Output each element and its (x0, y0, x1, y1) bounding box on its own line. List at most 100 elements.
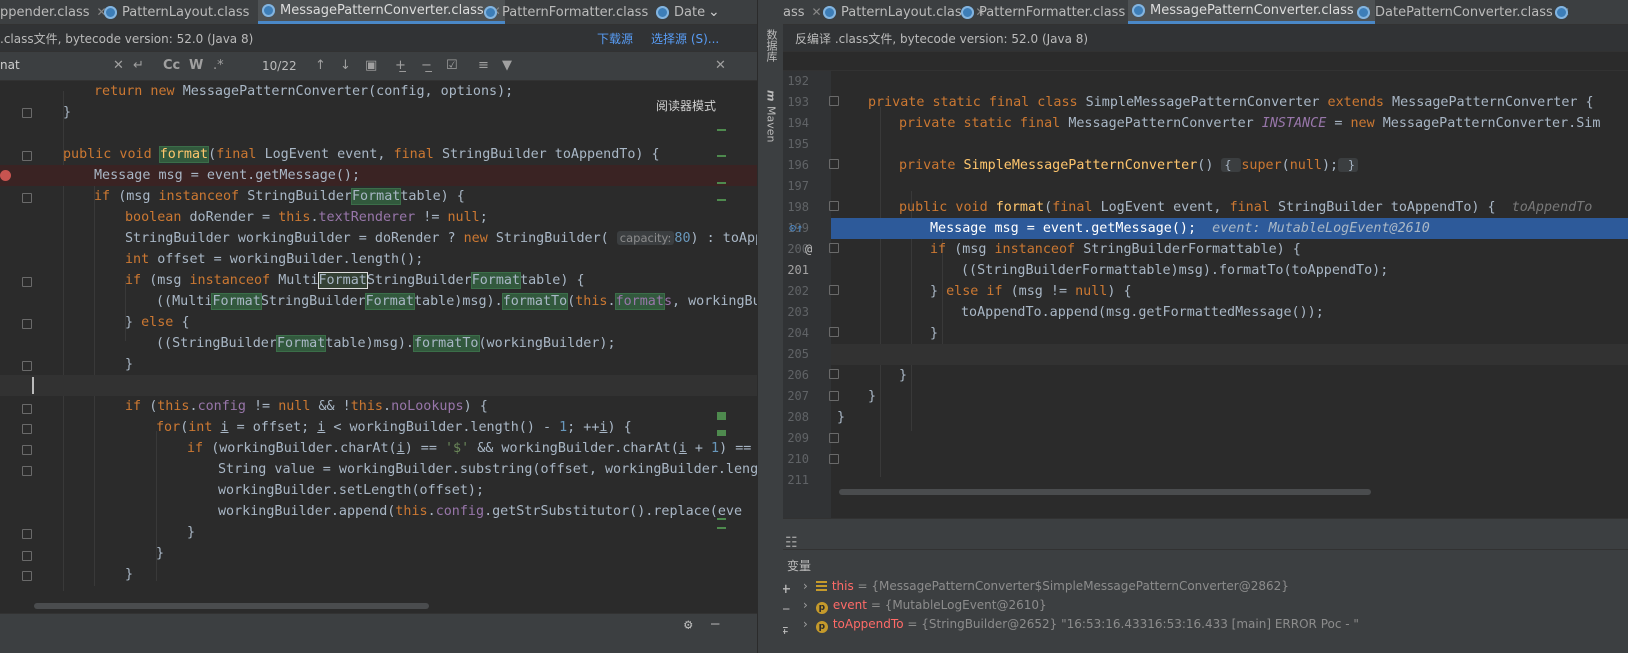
left-code-area[interactable]: return new MessagePatternConverter(confi… (0, 81, 757, 592)
match-count: 10/22 (262, 59, 297, 73)
right-code-area[interactable]: 192 193 194 195 196 197 198 199 200 201 202 203 204 2… (783, 70, 1628, 519)
code-line: private static final class SimpleMessage… (868, 95, 1594, 110)
error-stripe-mark[interactable] (717, 155, 726, 157)
variable-row[interactable]: › this = {MessagePatternConverter$SimpleM… (803, 577, 1628, 596)
decompiled-info-bar: .class文件, bytecode version: 52.0 (Java 8… (0, 25, 757, 52)
previous-occurrence-icon[interactable]: ↑ (315, 58, 326, 73)
code-line: } (930, 326, 939, 341)
implements-icon[interactable]: ⊙↑ (789, 218, 803, 239)
minimize-icon[interactable]: — (711, 616, 719, 632)
filter-options-icon[interactable]: ≡ (478, 58, 489, 73)
regex-icon[interactable]: .* (213, 58, 224, 73)
caret-line (0, 375, 757, 396)
code-tail: ) : toApp (690, 231, 757, 246)
line-number[interactable]: 205 (783, 347, 809, 361)
reader-mode-button[interactable]: 阅读器模式 (656, 97, 716, 114)
line-number[interactable]: 210 (783, 452, 809, 466)
error-stripe-mark[interactable] (717, 412, 726, 420)
variables-tree: › this = {MessagePatternConverter$SimpleM… (803, 577, 1628, 653)
line-number[interactable]: 192 (783, 74, 809, 88)
tab-overflow[interactable] (1555, 0, 1573, 24)
tab-pattern-layout[interactable]: PatternLayout.class✕ (104, 0, 266, 24)
maven-icon[interactable]: m (758, 88, 784, 104)
bytecode-info: 反编译 .class文件, bytecode version: 52.0 (Ja… (795, 31, 1089, 46)
class-file-icon (961, 5, 974, 19)
code-line: } (156, 546, 165, 561)
tab-message-pattern-converter[interactable]: MessagePatternConverter.class✕ (258, 0, 505, 24)
add-occurrence-icon[interactable]: +̲ (395, 58, 406, 73)
error-stripe-mark[interactable] (717, 129, 726, 131)
expand-chevron-icon[interactable]: › (803, 598, 808, 612)
close-icon[interactable]: ✕ (812, 5, 822, 19)
tab-pattern-formatter[interactable]: PatternFormatter.class✕ (961, 0, 1142, 24)
error-stripe-mark[interactable] (717, 527, 726, 529)
tab-message-pattern-converter[interactable]: MessagePatternConverter.class✕ (1128, 0, 1375, 24)
code-line: if (this.config != null && !this.noLooku… (125, 399, 488, 414)
search-input[interactable]: nat (0, 58, 20, 72)
variable-row[interactable]: › p toAppendTo = {StringBuilder@2652} "16:… (803, 615, 1628, 634)
new-line-icon[interactable]: ↵ (133, 58, 144, 73)
code-line: workingBuilder.append(this.config.getStr… (218, 504, 743, 519)
more-icon[interactable]: ∓ (783, 623, 788, 637)
fold-marker-icon[interactable] (829, 433, 839, 443)
execution-point-line: Message msg = event.getMessage(); event:… (831, 218, 1628, 239)
error-stripe-mark[interactable] (717, 182, 726, 184)
variable-row[interactable]: › p event = {MutableLogEvent@2610} (803, 596, 1628, 615)
code-line: return new MessagePatternConverter(confi… (94, 84, 514, 99)
line-number[interactable]: 211 (783, 473, 809, 487)
variables-title: 变量 (787, 559, 812, 573)
tab-date-pattern-converter[interactable]: DatePatternConverter.class✕ (1357, 0, 1570, 24)
tab-class[interactable]: ass ✕ (783, 0, 822, 24)
remove-occurrence-icon[interactable]: −̲ (421, 58, 432, 73)
code-line: StringBuilder workingBuilder = doRender … (0, 228, 757, 249)
remove-watch-icon[interactable]: — (783, 601, 789, 617)
right-editor: ass ✕ PatternLayout.class ✕ PatternFormatt… (783, 0, 1628, 653)
maven-tool-tab[interactable]: Maven (758, 104, 784, 144)
breakpoint-icon[interactable] (0, 170, 11, 181)
code-line: if (msg instanceof StringBuilderFormatta… (94, 188, 465, 205)
tab-date[interactable]: Date (656, 0, 705, 24)
line-number[interactable]: 195 (783, 137, 809, 151)
filter-icon[interactable]: ▼ (502, 58, 512, 73)
tab-appender[interactable]: ppender.class ✕ (0, 0, 107, 24)
code-line: if (workingBuilder.charAt(i) == '$' && w… (187, 441, 752, 456)
horizontal-scrollbar[interactable] (34, 603, 429, 609)
line-number[interactable]: 197 (783, 179, 809, 193)
expand-chevron-icon[interactable]: › (803, 617, 808, 631)
class-file-icon (1555, 5, 1568, 19)
code-line: } else if (msg != null) { (930, 284, 1132, 299)
fold-marker-icon[interactable] (829, 454, 839, 464)
gear-icon[interactable]: ⚙ (684, 617, 692, 633)
code-line: ((MultiFormatStringBuilderFormattable)ms… (156, 293, 757, 310)
error-stripe-mark[interactable] (717, 199, 726, 201)
right-tab-bar: ass ✕ PatternLayout.class ✕ PatternFormatt… (783, 0, 1628, 25)
code-line: for(int i = offset; i < workingBuilder.l… (156, 420, 632, 435)
variable-name: this (831, 579, 854, 593)
choose-sources-link[interactable]: 选择源 (S)... (651, 30, 719, 47)
whole-words-icon[interactable]: W (189, 58, 203, 73)
code-line: } (868, 389, 877, 404)
text-caret (32, 377, 34, 394)
error-stripe-mark[interactable] (717, 430, 726, 436)
line-number[interactable]: 209 (783, 431, 809, 445)
caret-line (831, 344, 1628, 365)
database-tool-tab[interactable]: 数据库 (758, 20, 784, 70)
code-line: } (187, 525, 196, 540)
variable-value: = {MutableLogEvent@2610} (870, 598, 1047, 612)
clear-search-icon[interactable]: ✕ (113, 58, 124, 73)
parameter-icon: p (815, 621, 828, 633)
tab-list-chevron-icon[interactable]: ⌄ (708, 0, 720, 24)
error-stripe-mark[interactable] (717, 518, 726, 520)
expand-chevron-icon[interactable]: › (803, 579, 808, 593)
match-case-icon[interactable]: Cc (163, 58, 180, 73)
horizontal-scrollbar[interactable] (839, 489, 1371, 495)
tab-label: DatePatternConverter.class (1375, 4, 1553, 20)
add-watch-icon[interactable]: + (783, 579, 791, 598)
select-all-icon[interactable]: ☑ (446, 58, 458, 73)
select-all-occurrences-icon[interactable]: ▣ (365, 58, 377, 73)
download-sources-link[interactable]: 下载源 (597, 30, 633, 47)
next-occurrence-icon[interactable]: ↓ (340, 58, 351, 73)
decompiled-info-bar: 反编译 .class文件, bytecode version: 52.0 (Ja… (783, 25, 1628, 52)
close-find-icon[interactable]: ✕ (715, 58, 726, 73)
tab-pattern-formatter[interactable]: PatternFormatter.class✕ (484, 0, 665, 24)
